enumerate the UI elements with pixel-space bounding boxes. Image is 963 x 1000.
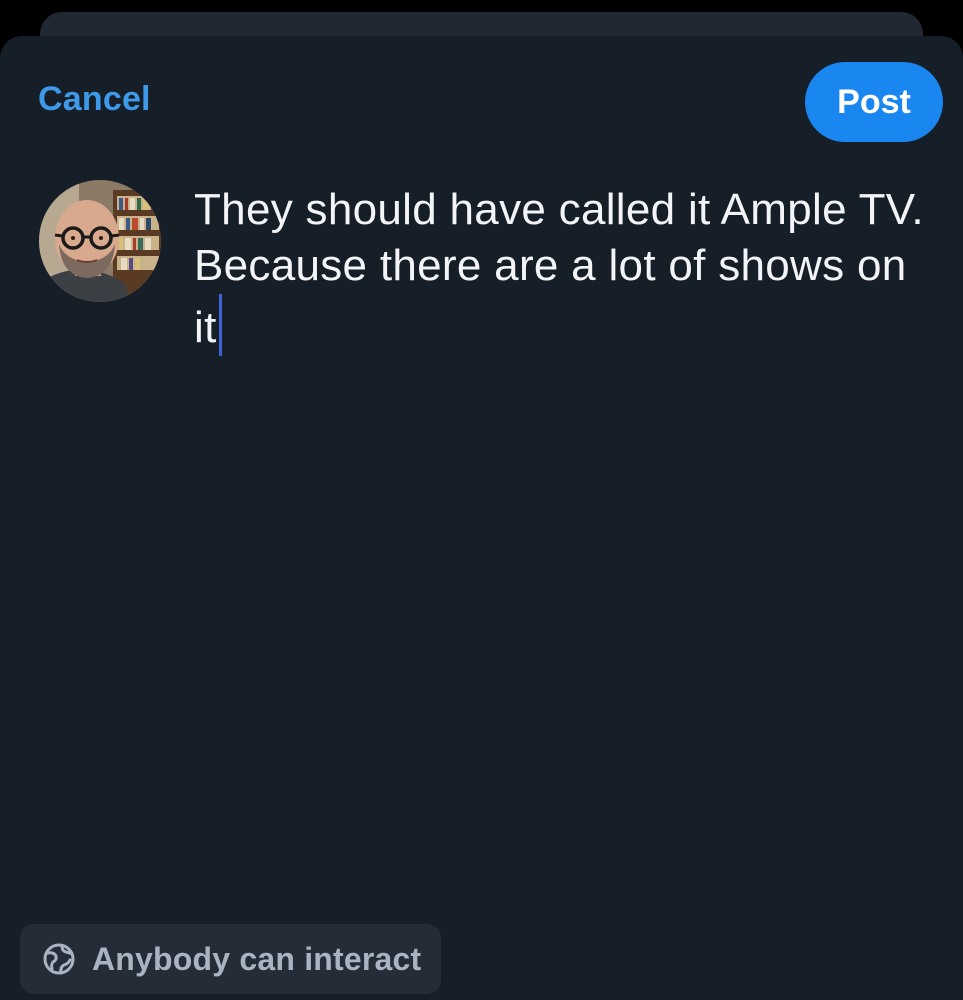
post-button[interactable]: Post	[805, 62, 943, 142]
globe-icon	[43, 943, 75, 975]
post-text: They should have called it Ample TV. Bec…	[194, 185, 937, 352]
avatar	[39, 180, 161, 302]
interaction-settings-label: Anybody can interact	[92, 940, 422, 977]
interaction-settings-button[interactable]: Anybody can interact	[20, 924, 442, 994]
post-text-input[interactable]: They should have called it Ample TV. Bec…	[194, 182, 924, 356]
text-caret	[218, 294, 222, 356]
compose-sheet: Cancel Post They should have called it A…	[0, 36, 963, 1000]
cancel-button[interactable]: Cancel	[38, 80, 151, 119]
